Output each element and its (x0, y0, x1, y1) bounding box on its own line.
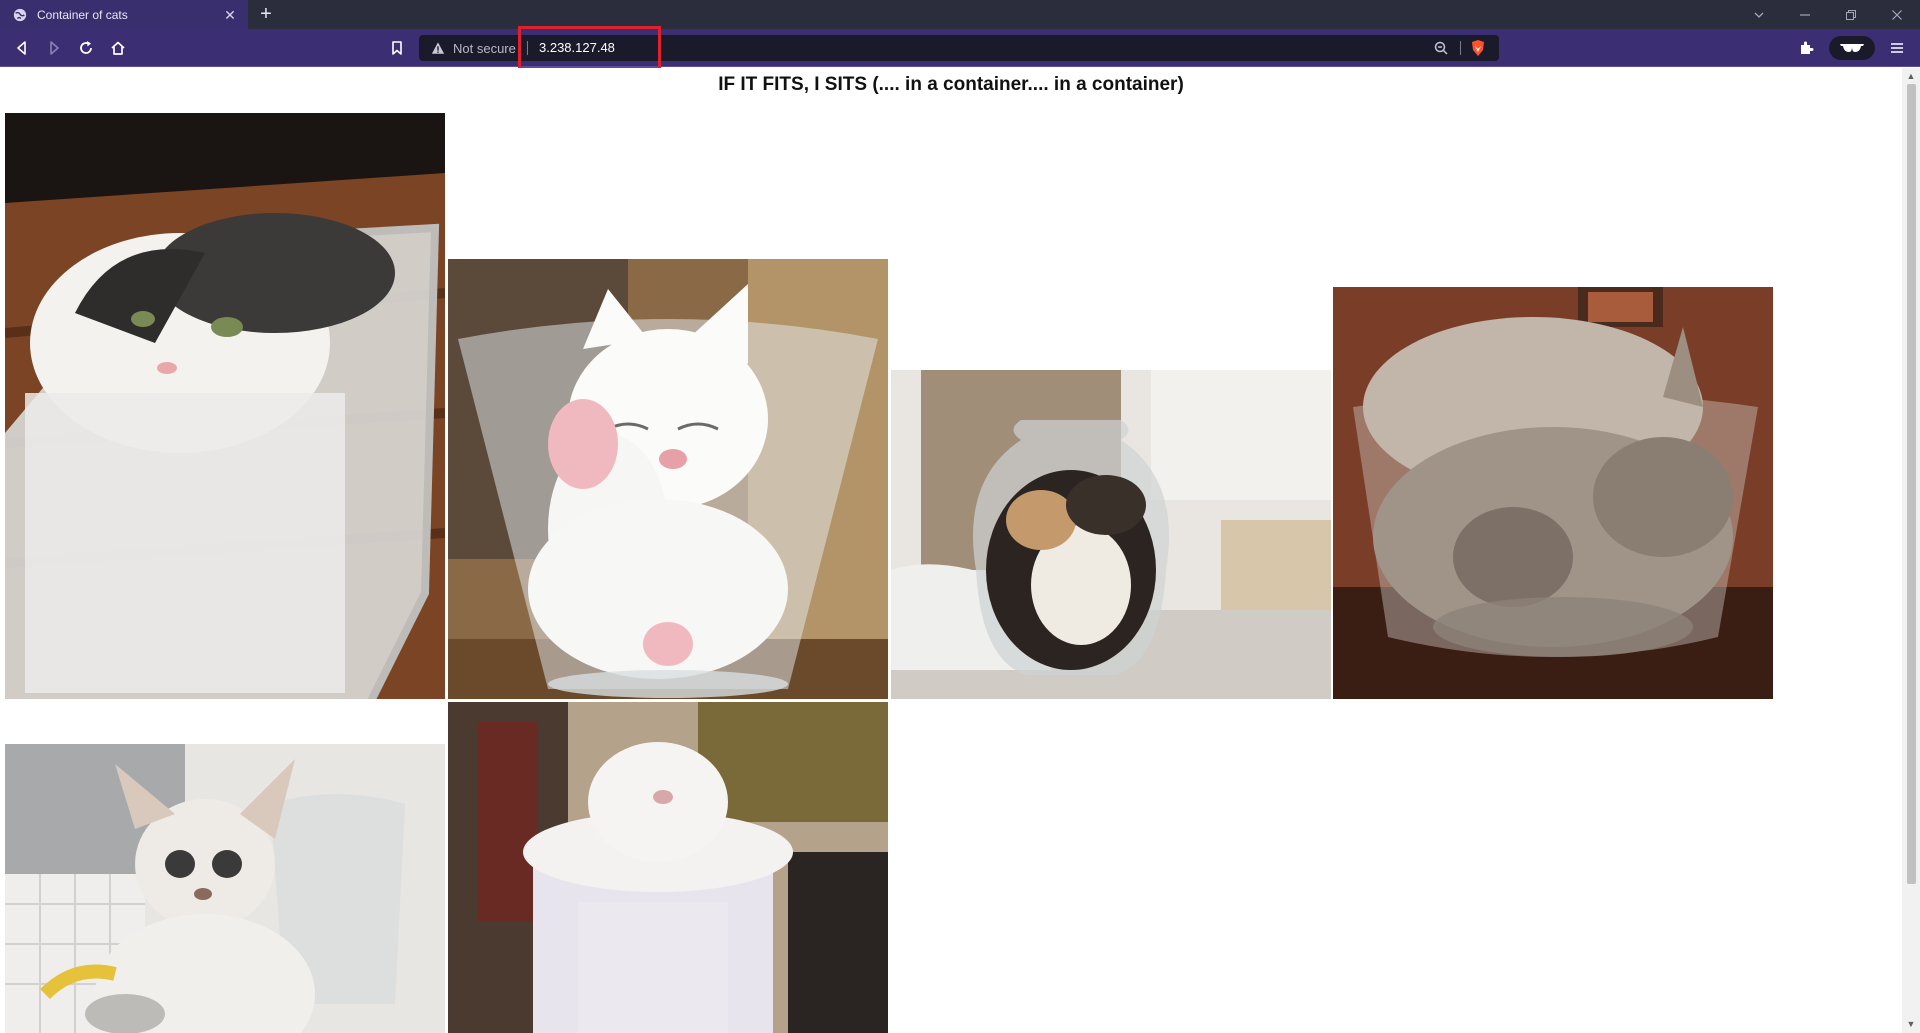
brave-shields-icon[interactable] (1469, 39, 1487, 57)
forward-button[interactable] (44, 38, 64, 58)
close-tab-icon[interactable]: ✕ (222, 7, 238, 23)
tab-strip: Container of cats ✕ + (0, 0, 1920, 29)
url-highlight-box (518, 26, 661, 70)
cat-in-large-bowl-image (1333, 287, 1773, 699)
zoom-icon[interactable] (1433, 40, 1449, 56)
menu-icon[interactable] (1887, 38, 1907, 58)
cat-with-vase-image (5, 744, 445, 1033)
browser-tab[interactable]: Container of cats ✕ (0, 0, 248, 29)
back-button[interactable] (12, 38, 32, 58)
reload-button[interactable] (76, 38, 96, 58)
wallet-button[interactable] (1829, 36, 1875, 60)
close-window-button[interactable] (1874, 0, 1920, 29)
not-secure-label: Not secure (453, 40, 516, 56)
cat-in-plastic-box-image (5, 113, 445, 699)
page-heading: IF IT FITS, I SITS (.... in a container.… (718, 74, 1184, 95)
tab-title: Container of cats (37, 7, 128, 22)
warning-icon (431, 42, 445, 54)
web-page: IF IT FITS, I SITS (.... in a container.… (0, 68, 1902, 1033)
page-scrollbar[interactable]: ▲ ▼ (1902, 68, 1920, 1033)
home-button[interactable] (108, 38, 128, 58)
cat-in-glass-jar-image (891, 370, 1331, 699)
browser-toolbar: Not secure 3.238.127.48 (0, 29, 1920, 67)
cat-in-glass-bowl-image (448, 259, 888, 699)
scroll-down-arrow-icon[interactable]: ▼ (1906, 1019, 1916, 1029)
security-indicator[interactable]: Not secure (431, 35, 516, 61)
omnibox-divider-right (1460, 41, 1461, 55)
minimize-button[interactable] (1782, 0, 1828, 29)
bookmark-button[interactable] (387, 38, 407, 58)
cat-in-bin-image (448, 702, 888, 1033)
restore-button[interactable] (1828, 0, 1874, 29)
sunglasses-icon (1840, 44, 1864, 52)
scroll-up-arrow-icon[interactable]: ▲ (1906, 71, 1916, 81)
new-tab-button[interactable]: + (256, 4, 276, 24)
extensions-icon[interactable] (1796, 38, 1816, 58)
tab-search-icon[interactable] (1736, 0, 1782, 29)
scroll-thumb[interactable] (1907, 84, 1916, 884)
globe-icon (13, 8, 27, 21)
